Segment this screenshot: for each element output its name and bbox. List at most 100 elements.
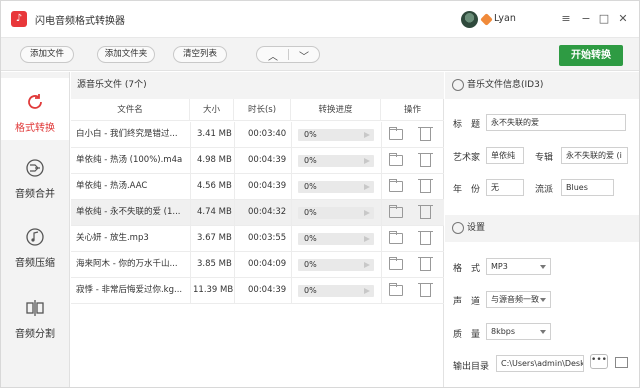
table-row-selected[interactable]: 单依纯 - 永不失联的爱 (1... 4.74 MB 00:04:32 0% xyxy=(71,200,444,226)
refresh-icon xyxy=(28,94,42,109)
sidebar-item-audio-split[interactable]: 音频分割 xyxy=(1,284,69,346)
table-row[interactable]: 海来阿木 - 你的万水千山... 3.85 MB 00:04:09 0% xyxy=(71,252,444,278)
play-icon xyxy=(364,132,370,138)
file-name: 海来阿木 - 你的万水千山... xyxy=(76,259,178,269)
quality-label: 质 量 xyxy=(453,330,481,340)
menu-icon[interactable]: ≡ xyxy=(557,10,575,28)
column-header-filename: 文件名 xyxy=(71,99,190,121)
title-field[interactable]: 永不失联的爱 xyxy=(486,114,626,131)
progress-text: 0% xyxy=(304,286,317,295)
year-label: 年 份 xyxy=(453,185,481,195)
progress-text: 0% xyxy=(304,234,317,243)
file-name: 单依纯 - 热汤.AAC xyxy=(76,181,148,191)
table-row[interactable]: 单依纯 - 热汤.AAC 4.56 MB 00:04:39 0% xyxy=(71,174,444,200)
settings-section-header: 设置 xyxy=(445,215,639,242)
table-row[interactable]: 关心妍 - 放生.mp3 3.67 MB 00:03:55 0% xyxy=(71,226,444,252)
play-icon xyxy=(364,158,370,164)
progress-bar: 0% xyxy=(298,259,374,271)
file-list-panel: 源音乐文件 (7个) 文件名 大小 时长(s) 转换进度 操作 白小白 - 我们… xyxy=(71,72,444,387)
table-row[interactable]: 单依纯 - 热汤 (100%).m4a 4.98 MB 00:04:39 0% xyxy=(71,148,444,174)
sidebar-item-audio-compress[interactable]: 音频压缩 xyxy=(1,213,69,275)
file-size: 11.39 MB xyxy=(193,285,233,295)
play-icon xyxy=(364,236,370,242)
progress-bar: 0% xyxy=(298,233,374,245)
file-size: 3.85 MB xyxy=(197,259,232,269)
music-note-icon: ♪ xyxy=(11,11,27,27)
artist-label: 艺术家 xyxy=(453,153,481,163)
add-folder-button[interactable]: 添加文件夹 xyxy=(97,46,155,63)
progress-bar: 0% xyxy=(298,129,374,141)
table-row[interactable]: 白小白 - 我们终究是错过... 3.41 MB 00:03:40 0% xyxy=(71,122,444,148)
progress-bar: 0% xyxy=(298,207,374,219)
gear-icon xyxy=(452,222,464,234)
format-select[interactable]: MP3 xyxy=(486,258,551,275)
sidebar-item-label: 格式转换 xyxy=(15,123,55,134)
sidebar-item-audio-merge[interactable]: 音频合并 xyxy=(1,144,69,206)
table-row[interactable]: 寂悸 - 非常后悔爱过你.kg... 11.39 MB 00:04:39 0% xyxy=(71,278,444,304)
artist-field[interactable]: 单依纯 xyxy=(486,147,524,164)
open-folder-icon[interactable] xyxy=(389,231,403,244)
clear-list-button[interactable]: 清空列表 xyxy=(173,46,227,63)
minimize-icon[interactable]: − xyxy=(577,10,595,28)
delete-icon[interactable] xyxy=(418,205,433,219)
username[interactable]: Lyan xyxy=(494,13,516,24)
file-duration: 00:03:40 xyxy=(248,129,287,139)
format-value: MP3 xyxy=(491,262,508,271)
move-buttons: ︿ ﹀ xyxy=(256,46,320,63)
add-file-button[interactable]: 添加文件 xyxy=(20,46,74,63)
file-duration: 00:04:39 xyxy=(248,285,287,295)
open-folder-icon[interactable] xyxy=(615,357,628,368)
progress-text: 0% xyxy=(304,156,317,165)
genre-field[interactable]: Blues xyxy=(561,179,614,196)
delete-icon[interactable] xyxy=(418,153,433,167)
progress-bar: 0% xyxy=(298,155,374,167)
file-size: 4.74 MB xyxy=(197,207,232,217)
file-list-title: 源音乐文件 (7个) xyxy=(71,72,444,99)
genre-label: 流派 xyxy=(535,185,554,195)
merge-icon xyxy=(26,159,44,177)
right-panel: 音乐文件信息(ID3) 标 题 永不失联的爱 艺术家 单依纯 专辑 永不失联的爱… xyxy=(445,72,639,387)
quality-value: 8kbps xyxy=(491,327,516,336)
play-icon xyxy=(364,184,370,190)
maximize-icon[interactable]: □ xyxy=(595,10,613,28)
progress-text: 0% xyxy=(304,208,317,217)
progress-text: 0% xyxy=(304,260,317,269)
year-field[interactable]: 无 xyxy=(486,179,524,196)
title-bar: ♪ 闪电音频格式转换器 Lyan ≡ − □ ✕ xyxy=(1,1,639,37)
play-icon xyxy=(364,288,370,294)
delete-icon[interactable] xyxy=(418,257,433,271)
delete-icon[interactable] xyxy=(418,127,433,141)
channel-label: 声 道 xyxy=(453,297,481,307)
file-size: 3.41 MB xyxy=(197,129,232,139)
delete-icon[interactable] xyxy=(418,179,433,193)
start-convert-button[interactable]: 开始转换 xyxy=(559,45,623,66)
move-down-button[interactable]: ﹀ xyxy=(290,48,318,63)
file-duration: 00:04:32 xyxy=(248,207,287,217)
output-dir-field[interactable]: C:\Users\admin\Deskto xyxy=(496,355,584,372)
format-label: 格 式 xyxy=(453,264,481,274)
move-up-button[interactable]: ︿ xyxy=(259,48,287,63)
sidebar: 格式转换 音频合并 音频压缩 音频分割 xyxy=(1,72,70,387)
channel-select[interactable]: 与源音频一致 xyxy=(486,291,551,308)
open-folder-icon[interactable] xyxy=(389,257,403,270)
delete-icon[interactable] xyxy=(418,231,433,245)
open-folder-icon[interactable] xyxy=(389,153,403,166)
open-folder-icon[interactable] xyxy=(389,179,403,192)
open-folder-icon[interactable] xyxy=(389,127,403,140)
file-name: 关心妍 - 放生.mp3 xyxy=(76,233,149,243)
file-size: 3.67 MB xyxy=(197,233,232,243)
browse-button[interactable]: ••• xyxy=(590,354,608,369)
quality-select[interactable]: 8kbps xyxy=(486,323,551,340)
close-icon[interactable]: ✕ xyxy=(614,10,632,28)
file-name: 单依纯 - 热汤 (100%).m4a xyxy=(76,155,183,165)
split-icon xyxy=(26,300,44,316)
divider xyxy=(288,49,289,60)
delete-icon[interactable] xyxy=(418,283,433,297)
title-label: 标 题 xyxy=(453,120,481,130)
open-folder-icon[interactable] xyxy=(389,205,403,218)
album-field[interactable]: 永不失联的爱 (i xyxy=(561,147,628,164)
file-size: 4.98 MB xyxy=(197,155,232,165)
sidebar-item-format-convert[interactable]: 格式转换 xyxy=(1,78,69,140)
open-folder-icon[interactable] xyxy=(389,283,403,296)
avatar[interactable] xyxy=(461,11,478,28)
